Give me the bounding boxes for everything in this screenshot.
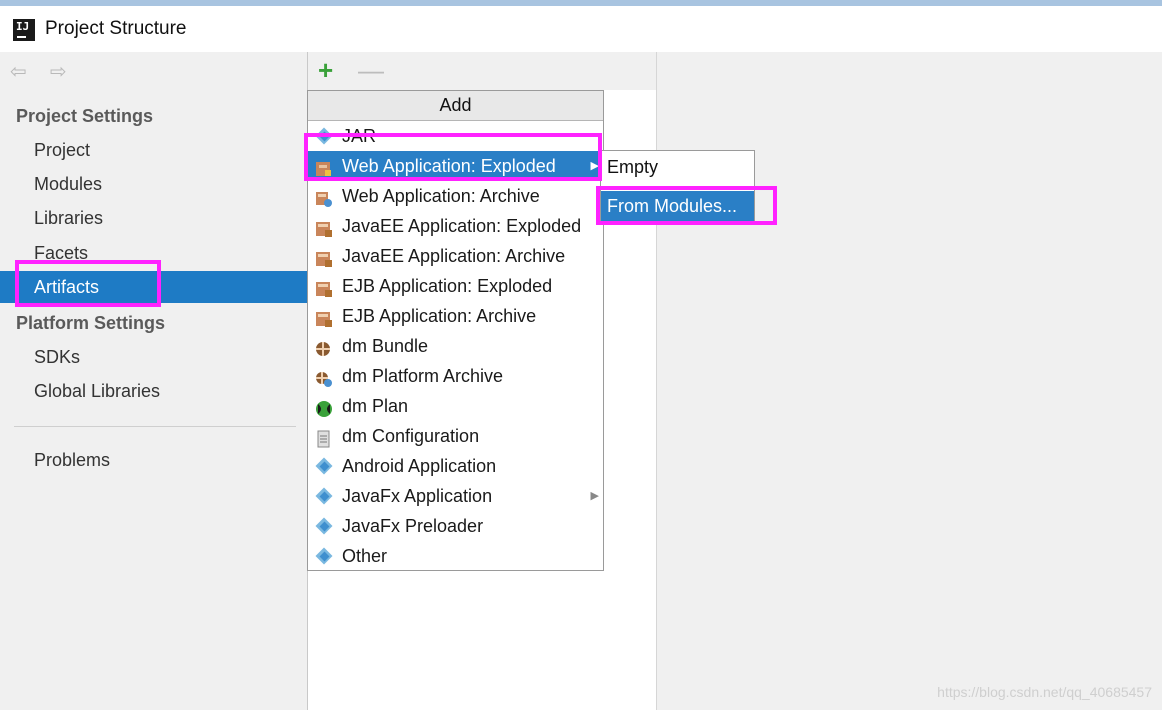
menu-item-javaee-application-archive[interactable]: JavaEE Application: Archive [308,241,603,271]
menu-item-dm-bundle[interactable]: dm Bundle [308,331,603,361]
javaee-icon [314,217,334,237]
sidebar-item-project[interactable]: Project [0,134,307,166]
artifacts-toolbar: + — [308,52,656,90]
submenu-arrow-icon: ▶ [590,160,599,172]
web-archive-icon [314,187,334,207]
other-icon [314,547,334,565]
menu-item-dm-plan[interactable]: dm Plan [308,391,603,421]
section-platform-settings: Platform Settings [16,313,166,333]
title-bar: IJ Project Structure [0,6,1162,52]
menu-item-jar[interactable]: JAR [308,121,603,151]
section-project-settings: Project Settings [16,106,154,126]
add-menu: Add JAR Web Application: Exploded ▶ Web … [307,90,604,571]
web-app-icon [314,157,334,176]
sidebar-item-problems[interactable]: Problems [0,444,307,476]
dm-config-icon [314,427,334,448]
sidebar-item-global-libraries[interactable]: Global Libraries [0,375,307,407]
jar-icon [314,127,334,145]
menu-item-dm-configuration[interactable]: dm Configuration [308,421,603,451]
sidebar-item-libraries[interactable]: Libraries [0,202,307,234]
sidebar-item-artifacts[interactable]: Artifacts [0,271,307,303]
javaee-archive-icon [314,247,334,267]
menu-item-javaee-application-exploded[interactable]: JavaEE Application: Exploded [308,211,603,241]
submenu-item-from-modules[interactable]: From Modules... [601,191,754,221]
menu-item-javafx-application[interactable]: JavaFx Application ▶ [308,481,603,511]
sidebar-item-facets[interactable]: Facets [0,237,307,269]
menu-item-web-application-archive[interactable]: Web Application: Archive [308,181,603,211]
ejb-archive-icon [314,307,334,327]
sidebar: ⇦ ⇨ Project Settings Project Modules Lib… [0,52,308,710]
menu-item-android-application[interactable]: Android Application [308,451,603,481]
remove-icon[interactable]: — [358,57,384,83]
javafx-preloader-icon [314,517,334,535]
sidebar-item-modules[interactable]: Modules [0,168,307,200]
menu-item-javafx-preloader[interactable]: JavaFx Preloader [308,511,603,541]
menu-item-web-application-exploded[interactable]: Web Application: Exploded ▶ [308,151,603,181]
menu-item-ejb-application-exploded[interactable]: EJB Application: Exploded [308,271,603,301]
web-application-submenu: Empty From Modules... [600,150,755,222]
menu-item-ejb-application-archive[interactable]: EJB Application: Archive [308,301,603,331]
window-title: Project Structure [45,18,187,39]
dm-platform-icon [314,367,334,387]
dm-bundle-icon [314,337,334,356]
menu-item-dm-platform-archive[interactable]: dm Platform Archive [308,361,603,391]
submenu-item-empty[interactable]: Empty [601,152,754,182]
submenu-arrow-icon: ▶ [590,490,599,502]
sidebar-divider [14,426,296,427]
menu-item-other[interactable]: Other [308,541,603,571]
intellij-icon: IJ [13,19,35,41]
dm-plan-icon [314,397,334,417]
javafx-icon [314,487,334,505]
forward-arrow-icon[interactable]: ⇨ [50,62,67,82]
add-icon[interactable]: + [318,57,333,83]
ejb-icon [314,277,334,297]
back-arrow-icon[interactable]: ⇦ [10,62,27,82]
watermark: https://blog.csdn.net/qq_40685457 [937,684,1152,700]
sidebar-item-sdks[interactable]: SDKs [0,341,307,373]
android-icon [314,457,334,475]
add-menu-title: Add [308,91,603,121]
